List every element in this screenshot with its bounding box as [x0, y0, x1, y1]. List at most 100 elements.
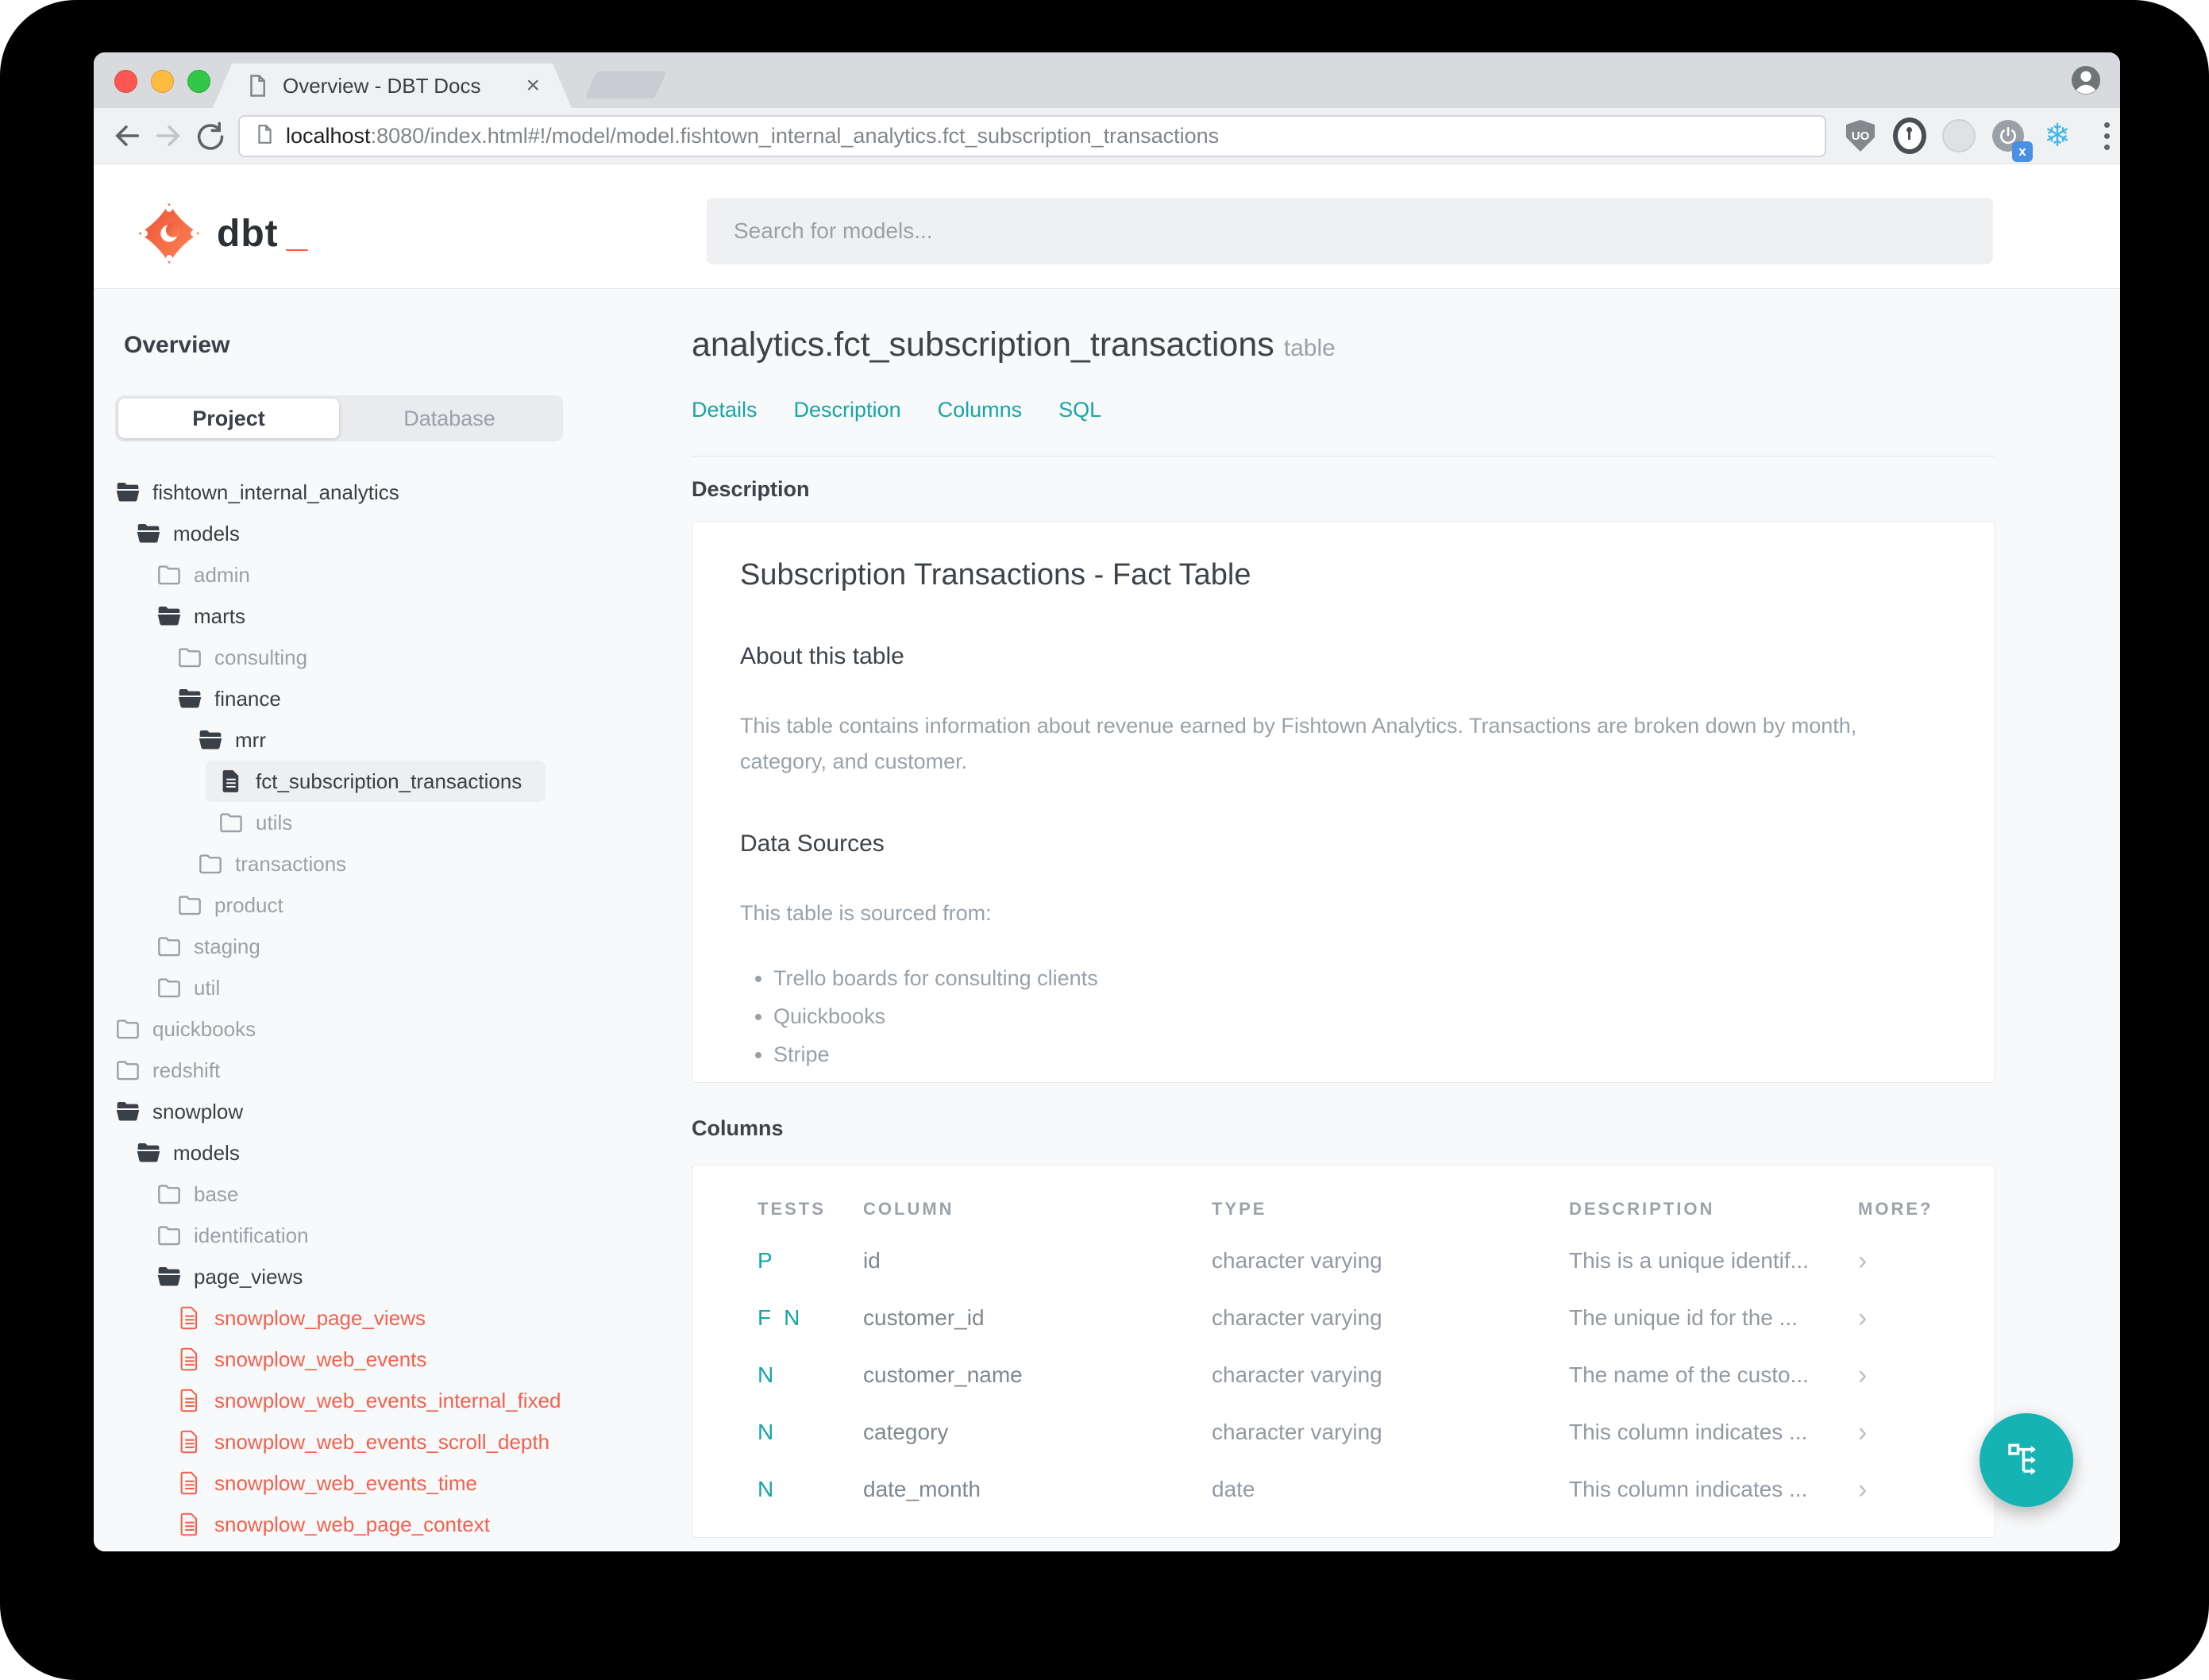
circle-extension-icon[interactable] — [1942, 119, 1976, 152]
tree-file-fct_subscription_transactions[interactable]: fct_subscription_transactions — [206, 761, 546, 802]
ublock-extension-icon[interactable]: UO — [1844, 119, 1877, 152]
row-expand-chevron-icon[interactable]: › — [1858, 1303, 1867, 1333]
dbt-logo[interactable]: dbt _ — [134, 201, 307, 266]
tree-folder-snowplow[interactable]: snowplow — [115, 1091, 267, 1132]
close-window-button[interactable] — [114, 70, 137, 93]
tree-item-label: redshift — [152, 1058, 221, 1082]
row-expand-chevron-icon[interactable]: › — [1858, 1246, 1867, 1276]
tree-folder-models[interactable]: models — [136, 513, 264, 554]
zoom-window-button[interactable] — [187, 70, 210, 93]
sidebar-overview-label[interactable]: Overview — [124, 332, 692, 359]
tree-folder-admin[interactable]: admin — [156, 554, 274, 595]
table-row-category[interactable]: Ncategory character varying This column in… — [692, 1404, 1995, 1461]
table-row-customer_id[interactable]: F Ncustomer_id character varying The unique… — [692, 1289, 1995, 1347]
columns-section-label: Columns — [692, 1116, 784, 1140]
table-row-date_month[interactable]: Ndate_month date This column indicates ...… — [692, 1461, 1995, 1518]
row-expand-chevron-icon[interactable]: › — [1858, 1360, 1867, 1390]
tree-folder-base[interactable]: base — [156, 1173, 262, 1215]
folder-open-icon — [156, 1265, 182, 1289]
table-row-customer_name[interactable]: Ncustomer_name character varying The name … — [692, 1347, 1995, 1404]
tree-folder-marts[interactable]: marts — [156, 595, 269, 637]
tree-folder-finance[interactable]: finance — [177, 678, 305, 719]
tree-folder-product[interactable]: product — [177, 884, 307, 926]
tree-item-label: transactions — [235, 851, 347, 876]
folder-icon — [115, 1017, 141, 1041]
reload-button[interactable] — [189, 115, 230, 156]
description-section-label: Description — [692, 477, 810, 501]
doc-about-heading: About this table — [740, 643, 904, 669]
minimize-window-button[interactable] — [151, 70, 174, 93]
tab-database[interactable]: Database — [339, 399, 560, 438]
tree-file-snowplow_web_events_internal_fixed[interactable]: snowplow_web_events_internal_fixed — [177, 1380, 585, 1421]
tree-file-snowplow_web_events_scroll_depth[interactable]: snowplow_web_events_scroll_depth — [177, 1421, 573, 1462]
power-extension-icon[interactable]: x — [1991, 119, 2033, 162]
browser-window: Overview - DBT Docs × localhost:8080/ind… — [94, 52, 2120, 1551]
file-outline-icon — [177, 1471, 202, 1495]
tree-folder-redshift[interactable]: redshift — [115, 1050, 244, 1091]
search-input[interactable]: Search for models... — [707, 198, 1993, 264]
tree-item-label: snowplow_web_events_time — [214, 1470, 477, 1495]
tree-folder-page_views[interactable]: page_views — [156, 1256, 326, 1297]
tree-item-label: identification — [194, 1223, 309, 1247]
tree-folder-util[interactable]: util — [156, 967, 244, 1008]
file-outline-icon — [177, 1430, 202, 1454]
row-expand-chevron-icon[interactable]: › — [1858, 1474, 1867, 1505]
tree-folder-mrr[interactable]: mrr — [198, 719, 290, 761]
tree-folder-quickbooks[interactable]: quickbooks — [115, 1008, 279, 1050]
tree-file-snowplow_web_events[interactable]: snowplow_web_events — [177, 1339, 450, 1380]
profile-avatar-icon[interactable] — [2071, 65, 2101, 95]
columns-table-header: TESTS COLUMN TYPE DESCRIPTION MORE? — [692, 1199, 1995, 1220]
tab-close-icon[interactable]: × — [526, 74, 540, 98]
tree-folder-fishtown_internal_analytics[interactable]: fishtown_internal_analytics — [115, 472, 423, 513]
extension-badge: x — [2012, 141, 2033, 162]
tree-item-label: util — [194, 975, 221, 1000]
nav-link-description[interactable]: Description — [794, 398, 901, 422]
cell-description: This column indicates ... — [1569, 1477, 1808, 1501]
snowflake-extension-icon[interactable]: ❄ — [2041, 119, 2074, 152]
tree-item-label: marts — [194, 603, 245, 628]
dbt-logo-icon — [138, 202, 200, 264]
url-bar[interactable]: localhost:8080/index.html#!/model/model.… — [238, 114, 1826, 157]
tree-folder-transactions[interactable]: transactions — [198, 843, 370, 884]
lineage-graph-button[interactable] — [1980, 1413, 2073, 1507]
browser-tab[interactable]: Overview - DBT Docs × — [213, 64, 572, 108]
nav-link-sql[interactable]: SQL — [1058, 398, 1101, 422]
folder-open-icon — [115, 1100, 141, 1123]
tree-folder-models[interactable]: models — [136, 1132, 264, 1173]
cell-description: This is a unique identif... — [1569, 1248, 1809, 1273]
forward-button[interactable] — [148, 115, 189, 156]
folder-open-icon — [198, 728, 223, 752]
row-expand-chevron-icon[interactable]: › — [1858, 1417, 1867, 1447]
cell-column: customer_id — [863, 1305, 985, 1330]
new-tab-button[interactable] — [584, 71, 667, 98]
cell-type: character varying — [1212, 1248, 1382, 1273]
tab-project[interactable]: Project — [118, 399, 339, 438]
table-row-id[interactable]: Pid character varying This is a unique ide… — [692, 1232, 1995, 1289]
cell-column: id — [863, 1248, 881, 1273]
file-outline-icon — [177, 1306, 202, 1330]
tree-file-snowplow_web_page_context[interactable]: snowplow_web_page_context — [177, 1504, 514, 1545]
folder-icon — [156, 563, 182, 587]
back-button[interactable] — [106, 115, 148, 156]
cell-description: The unique id for the ... — [1569, 1305, 1798, 1330]
doc-heading: Subscription Transactions - Fact Table — [740, 558, 1251, 591]
tree-folder-consulting[interactable]: consulting — [177, 637, 331, 678]
doc-sources-intro: This table is sourced from: — [740, 901, 992, 925]
table-type-badge: table — [1283, 335, 1336, 361]
browser-menu-kebab-icon[interactable] — [2090, 119, 2120, 152]
tree-folder-utils[interactable]: utils — [218, 802, 316, 843]
tree-folder-staging[interactable]: staging — [156, 926, 284, 967]
tree-folder-identification[interactable]: identification — [156, 1215, 333, 1256]
nav-link-details[interactable]: Details — [692, 398, 758, 422]
screenshot-frame: Overview - DBT Docs × localhost:8080/ind… — [0, 0, 2209, 1680]
onepassword-extension-icon[interactable] — [1893, 118, 1926, 154]
tree-item-label: staging — [194, 934, 260, 958]
tree-file-snowplow_web_events_time[interactable]: snowplow_web_events_time — [177, 1462, 501, 1504]
browser-toolbar: localhost:8080/index.html#!/model/model.… — [94, 108, 2120, 164]
search-placeholder: Search for models... — [734, 218, 933, 243]
tree-item-label: admin — [194, 562, 250, 587]
file-outline-icon — [177, 1347, 202, 1371]
data-source-item: Stripe — [773, 1042, 1947, 1067]
tree-file-snowplow_page_views[interactable]: snowplow_page_views — [177, 1297, 449, 1339]
nav-link-columns[interactable]: Columns — [938, 398, 1023, 422]
